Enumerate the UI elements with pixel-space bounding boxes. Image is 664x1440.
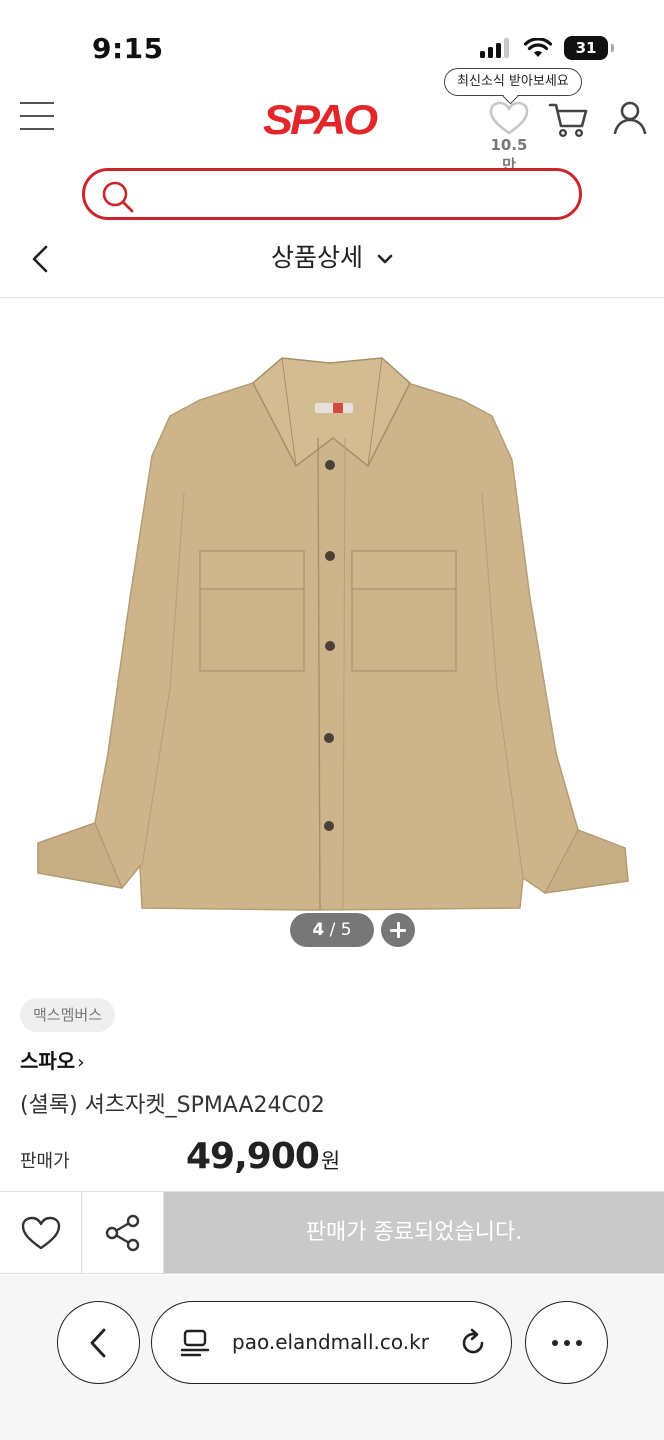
more-button[interactable]: [525, 1301, 608, 1384]
cart-icon[interactable]: [548, 100, 588, 138]
action-bar: 판매가 종료되었습니다.: [0, 1191, 664, 1274]
search-bar[interactable]: [82, 168, 582, 220]
search-icon: [102, 181, 134, 213]
heart-icon: [21, 1216, 60, 1249]
address-bar[interactable]: pao.elandmall.co.kr: [151, 1301, 512, 1384]
heart-icon: [489, 101, 529, 135]
page-title: 상품상세: [271, 243, 364, 272]
battery-icon: 31: [564, 36, 614, 60]
zoom-button[interactable]: [381, 913, 415, 947]
user-icon[interactable]: [612, 100, 648, 134]
soldout-button[interactable]: 판매가 종료되었습니다.: [164, 1192, 664, 1273]
menu-icon[interactable]: [20, 102, 54, 132]
status-time: 9:15: [92, 32, 164, 65]
price-unit: 원: [320, 1149, 341, 1173]
spao-logo[interactable]: SPAO: [263, 96, 378, 144]
pager-current: 4: [312, 920, 325, 940]
pager-separator: /: [329, 920, 336, 940]
gallery-pager: 4 / 5: [290, 913, 374, 947]
wifi-icon: [524, 38, 552, 57]
price-label: 판매가: [20, 1151, 70, 1172]
share-button[interactable]: [82, 1192, 164, 1273]
product-name: (셜록) 셔츠자켓_SPMAA24C02: [20, 1093, 325, 1118]
price-value: 49,900: [186, 1136, 320, 1177]
like-button[interactable]: 10.5만: [484, 100, 534, 174]
brand-arrow: ›: [77, 1052, 85, 1073]
page-icon: [180, 1329, 210, 1357]
wishlist-button[interactable]: [0, 1192, 82, 1273]
search-input[interactable]: [141, 181, 561, 209]
signal-icon: [480, 38, 509, 58]
reload-icon[interactable]: [458, 1328, 488, 1358]
news-tooltip: 최신소식 받아보세요: [444, 68, 582, 96]
member-badge: 맥스멤버스: [20, 998, 116, 1032]
back-icon: [90, 1328, 105, 1357]
page-title-dropdown[interactable]: 상품상세: [0, 238, 664, 274]
browser-toolbar: pao.elandmall.co.kr: [0, 1275, 664, 1440]
brand-link[interactable]: 스파오 ›: [20, 1045, 84, 1074]
product-image[interactable]: [0, 298, 664, 958]
pager-total: 5: [340, 920, 352, 940]
price: 49,900원: [186, 1136, 340, 1177]
browser-back-button[interactable]: [57, 1301, 140, 1384]
share-icon: [105, 1214, 139, 1251]
more-icon: [551, 1339, 558, 1346]
chevron-down-icon: [377, 254, 393, 264]
url-text: pao.elandmall.co.kr: [232, 1330, 429, 1354]
brand-name: 스파오: [20, 1049, 76, 1073]
